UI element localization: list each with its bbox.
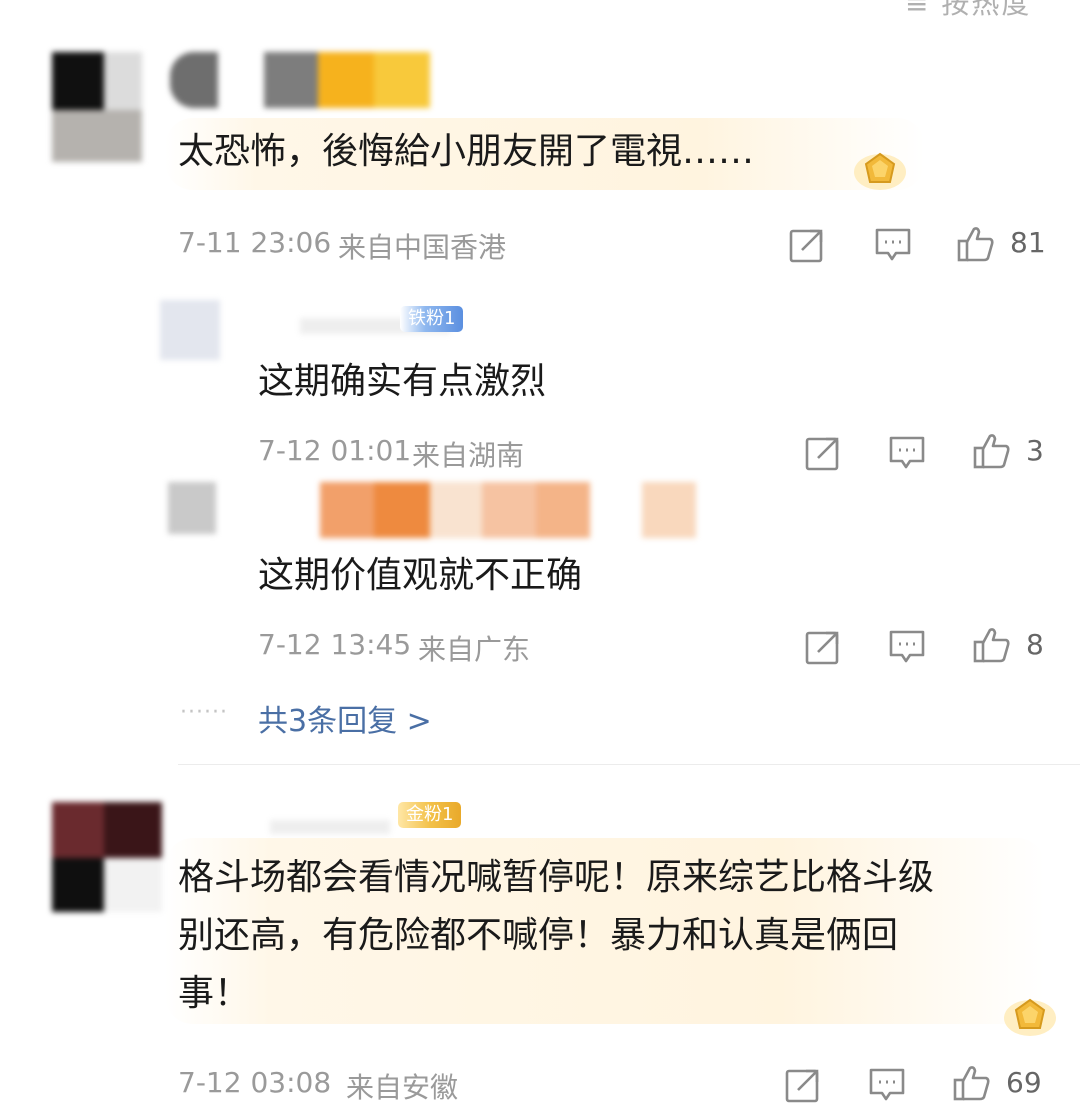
share-icon[interactable]: [788, 226, 826, 264]
username[interactable]: [320, 482, 700, 538]
comment-text: 太恐怖，後悔給小朋友開了電視……: [178, 131, 755, 172]
share-icon[interactable]: [784, 1066, 822, 1104]
like-icon[interactable]: [956, 224, 996, 264]
comment-location: 来自安徽: [346, 1071, 459, 1104]
reply-time: 7-12 13:45: [258, 628, 412, 661]
like-count: 3: [1026, 434, 1044, 467]
like-count: 8: [1026, 628, 1044, 661]
reply-time: 7-12 01:01: [258, 434, 412, 467]
avatar[interactable]: [160, 300, 220, 360]
like-icon[interactable]: [972, 625, 1012, 665]
username[interactable]: [270, 820, 390, 834]
comment-time: 7-12 03:08: [178, 1066, 332, 1099]
fan-badge: 铁粉1: [400, 306, 464, 332]
medal-icon: [850, 146, 910, 194]
username[interactable]: [170, 52, 430, 108]
comment-icon[interactable]: [888, 434, 926, 472]
comment-text-line: 格斗场都会看情况喊暂停呢！原来综艺比格斗级: [178, 857, 935, 898]
comment-time: 7-11 23:06: [178, 226, 332, 259]
share-icon[interactable]: [804, 434, 842, 472]
share-icon[interactable]: [804, 628, 842, 666]
like-count: 81: [1010, 226, 1046, 259]
comment-location: 来自中国香港: [338, 231, 507, 264]
reply-text: 这期价值观就不正确: [258, 555, 583, 596]
reply-location: 来自广东: [418, 633, 531, 666]
comment-text-line: 别还高，有危险都不喊停！暴力和认真是俩回: [178, 915, 899, 956]
avatar[interactable]: [52, 802, 162, 912]
dots-decoration: ······: [180, 700, 228, 725]
avatar[interactable]: [168, 482, 216, 534]
comment-icon[interactable]: [868, 1066, 906, 1104]
more-replies-link[interactable]: 共3条回复 >: [258, 696, 432, 740]
like-icon[interactable]: [972, 431, 1012, 471]
comment-text-line: 事！: [178, 973, 251, 1014]
comment-icon[interactable]: [888, 628, 926, 666]
divider: [178, 764, 1080, 765]
like-icon[interactable]: [952, 1063, 992, 1103]
like-count: 69: [1006, 1066, 1042, 1099]
sort-by-hot[interactable]: ≡ 按热度: [905, 0, 1031, 22]
comment-icon[interactable]: [874, 226, 912, 264]
fan-badge: 金粉1: [398, 802, 462, 828]
reply-text: 这期确实有点激烈: [258, 361, 547, 402]
avatar[interactable]: [52, 52, 142, 162]
reply-location: 来自湖南: [412, 439, 525, 472]
medal-icon: [1000, 992, 1060, 1040]
